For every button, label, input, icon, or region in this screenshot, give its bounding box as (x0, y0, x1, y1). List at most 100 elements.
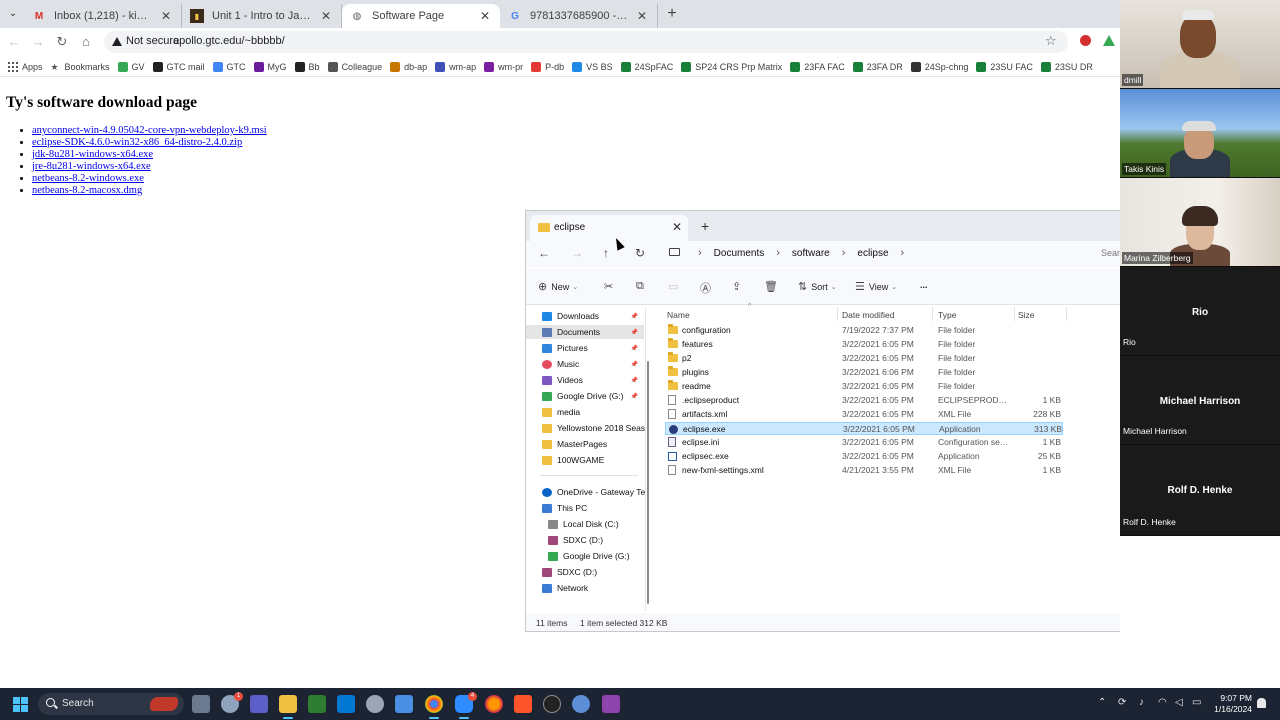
column-size[interactable]: Size (1018, 310, 1035, 320)
extension-icon[interactable] (1080, 35, 1091, 46)
sidebar-item[interactable]: This PC (526, 501, 644, 515)
sidebar-item[interactable]: 100WGAME (526, 453, 644, 467)
sidebar-item[interactable]: Yellowstone 2018 Season (526, 421, 645, 435)
participant-tile[interactable]: Michael Harrison Michael Harrison (1120, 356, 1280, 445)
column-name[interactable]: Name (667, 310, 690, 320)
tab-unit1[interactable]: ▮ Unit 1 - Intro to Java – 225556 ✕ (182, 4, 342, 28)
address-bar[interactable]: Not secure apollo.gtc.edu/~bbbbb/ (104, 31, 1068, 53)
column-divider[interactable] (1066, 307, 1067, 321)
bookmark-item[interactable]: wm-ap (435, 61, 476, 72)
bookmark-item[interactable]: 23FA FAC (790, 61, 845, 72)
chevron-up-icon[interactable]: ⌃ (1098, 697, 1106, 708)
vscode-icon[interactable] (337, 695, 355, 713)
breadcrumb-eclipse[interactable]: eclipse (857, 248, 888, 259)
bookmark-item[interactable]: P-db (531, 61, 564, 72)
share-button[interactable]: ⇪ (732, 280, 745, 293)
notification-bell-icon[interactable] (1257, 698, 1266, 708)
bookmark-item[interactable]: 24Sp-chng (910, 61, 968, 72)
tab-google-search[interactable]: G 9781337685900 - Google Sear ✕ (500, 4, 658, 28)
delete-button[interactable]: 🗑 (764, 280, 782, 293)
breadcrumb-documents[interactable]: Documents (714, 248, 765, 259)
box-app-icon[interactable] (395, 695, 413, 713)
close-icon[interactable]: ✕ (159, 9, 173, 23)
column-divider[interactable] (837, 307, 838, 321)
bookmark-item[interactable]: Colleague (327, 61, 382, 72)
sidebar-item[interactable]: SDXC (D:) (526, 565, 644, 579)
column-divider[interactable] (932, 307, 933, 321)
wifi-icon[interactable]: ◠ (1158, 697, 1167, 708)
security-indicator[interactable]: Not secure (112, 35, 179, 47)
sidebar-item[interactable]: Local Disk (C:) (526, 517, 644, 531)
close-icon[interactable]: ✕ (672, 220, 682, 234)
copy-button[interactable]: ⧉ (636, 280, 648, 293)
file-row[interactable]: configuration 7/19/2022 7:37 PM File folde… (665, 324, 1063, 337)
search-input[interactable]: Sear (1101, 248, 1120, 258)
close-icon[interactable]: ✕ (319, 9, 333, 23)
sidebar-item[interactable]: Pictures 📌 (526, 341, 644, 355)
bookmark-item[interactable]: 23FA DR (852, 61, 903, 72)
sidebar-item[interactable]: OneDrive - Gateway Tecl (526, 485, 645, 499)
file-row[interactable]: readme 3/22/2021 6:05 PM File folder (665, 380, 1063, 393)
file-row[interactable]: plugins 3/22/2021 6:06 PM File folder (665, 366, 1063, 379)
sidebar-item[interactable]: MasterPages (526, 437, 644, 451)
download-link[interactable]: jdk-8u281-windows-x64.exe (32, 149, 153, 160)
bookmark-item[interactable]: Apps (8, 61, 43, 72)
app-icon[interactable] (366, 695, 384, 713)
microphone-icon[interactable]: ♪ (1139, 697, 1144, 708)
sort-button[interactable]: ⇅ Sort ⌄ (798, 280, 837, 293)
sidebar-item[interactable]: Network (526, 581, 644, 595)
file-row[interactable]: eclipse.ini 3/22/2021 6:05 PM Configuratio… (665, 436, 1063, 449)
volume-icon[interactable]: ◁ (1175, 697, 1183, 708)
bookmark-item[interactable]: ★ Bookmarks (51, 62, 110, 72)
view-button[interactable]: ☰ View ⌄ (855, 280, 897, 293)
zoom-icon[interactable]: 4 (455, 692, 477, 719)
file-row[interactable]: features 3/22/2021 6:05 PM File folder (665, 338, 1063, 351)
sidebar-scrollbar[interactable] (647, 361, 649, 604)
participant-tile[interactable]: Rolf D. Henke Rolf D. Henke (1120, 445, 1280, 536)
new-button[interactable]: ⊕ New ⌄ (538, 280, 578, 293)
paste-button[interactable]: ▭ (668, 280, 682, 293)
column-date[interactable]: Date modified (842, 310, 894, 320)
participant-tile-video[interactable]: dmill (1120, 0, 1280, 89)
db-app-icon[interactable] (572, 695, 590, 713)
rename-button[interactable]: Ⓐ (700, 280, 715, 296)
bookmark-item[interactable]: db-ap (390, 61, 427, 72)
battery-icon[interactable]: ▭ (1192, 697, 1201, 708)
bookmark-item[interactable]: Bb (294, 61, 320, 72)
back-button[interactable]: ← (6, 34, 22, 50)
bookmark-item[interactable]: GTC mail (152, 61, 205, 72)
reload-button[interactable]: ↻ (54, 34, 70, 50)
chrome-icon[interactable] (425, 695, 443, 719)
download-link[interactable]: anyconnect-win-4.9.05042-core-vpn-webdep… (32, 125, 267, 136)
firefox-icon[interactable] (485, 695, 503, 713)
sidebar-item[interactable]: Documents 📌 (526, 325, 644, 339)
sidebar-item[interactable]: SDXC (D:) (526, 533, 644, 547)
download-link[interactable]: jre-8u281-windows-x64.exe (32, 161, 151, 172)
sidebar-item[interactable]: Google Drive (G:) (526, 549, 644, 563)
forward-button[interactable]: → (30, 34, 46, 50)
bookmark-item[interactable]: GV (117, 61, 145, 72)
tab-search-button[interactable]: ⌄ (4, 5, 22, 23)
sidebar-item[interactable]: Downloads 📌 (526, 309, 644, 323)
visual-studio-icon[interactable] (602, 695, 620, 713)
file-row[interactable]: eclipsec.exe 3/22/2021 6:05 PM Application… (665, 450, 1063, 463)
sync-icon[interactable]: ⟳ (1118, 697, 1126, 708)
task-view-icon[interactable] (192, 695, 210, 713)
download-link[interactable]: netbeans-8.2-windows.exe (32, 173, 144, 184)
participant-tile-video[interactable]: Takis Kinis (1120, 89, 1280, 178)
bookmark-item[interactable]: wm-pr (484, 61, 523, 72)
bookmark-item[interactable]: 23SU DR (1040, 61, 1093, 72)
clock[interactable]: 9:07 PM 1/16/2024 (1210, 693, 1252, 715)
bookmark-item[interactable]: 24SpFAC (620, 61, 673, 72)
file-explorer-icon[interactable] (279, 695, 297, 719)
up-arrow-icon[interactable]: ↑ (603, 246, 609, 260)
notepad-icon[interactable] (308, 695, 326, 713)
participant-tile-video[interactable]: Marina Zilberberg (1120, 178, 1280, 267)
chevron-right-icon[interactable]: › (901, 247, 905, 259)
teams-icon[interactable] (250, 695, 268, 713)
file-row[interactable]: eclipse.exe 3/22/2021 6:05 PM Application 3… (665, 422, 1063, 435)
close-icon[interactable]: ✕ (635, 9, 649, 23)
explorer-tab[interactable]: eclipse ✕ (530, 215, 688, 241)
file-row[interactable]: artifacts.xml 3/22/2021 6:05 PM XML File 22… (665, 408, 1063, 421)
column-type[interactable]: Type (938, 310, 956, 320)
